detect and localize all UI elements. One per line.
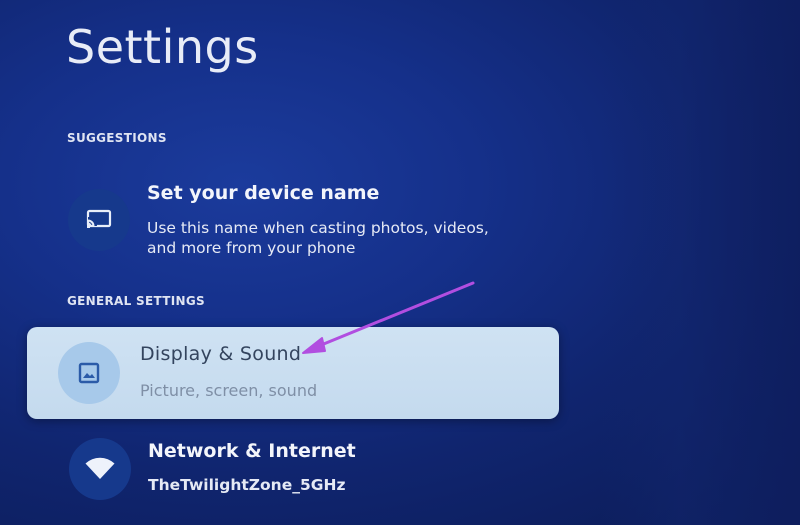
section-header-suggestions: SUGGESTIONS — [67, 131, 167, 145]
suggestion-item-subtitle-line2: and more from your phone — [147, 239, 356, 257]
suggestion-item-title: Set your device name — [147, 182, 380, 204]
suggestion-item-subtitle-line1: Use this name when casting photos, video… — [147, 219, 489, 237]
cast-icon — [68, 189, 130, 251]
settings-item-subtitle: Picture, screen, sound — [140, 381, 318, 400]
page-title: Settings — [66, 20, 259, 74]
section-header-general-settings: GENERAL SETTINGS — [67, 294, 205, 308]
annotation-arrow-icon — [302, 281, 475, 354]
background-shade — [600, 0, 800, 525]
image-icon — [58, 342, 120, 404]
suggestion-item-device-name[interactable]: Set your device name Use this name when … — [0, 175, 560, 265]
wifi-icon — [69, 438, 131, 500]
settings-item-title: Display & Sound — [140, 343, 302, 365]
settings-item-network-internet[interactable]: Network & Internet TheTwilightZone_5GHz — [0, 432, 560, 512]
settings-item-subtitle: TheTwilightZone_5GHz — [148, 476, 346, 494]
settings-item-title: Network & Internet — [148, 440, 356, 462]
